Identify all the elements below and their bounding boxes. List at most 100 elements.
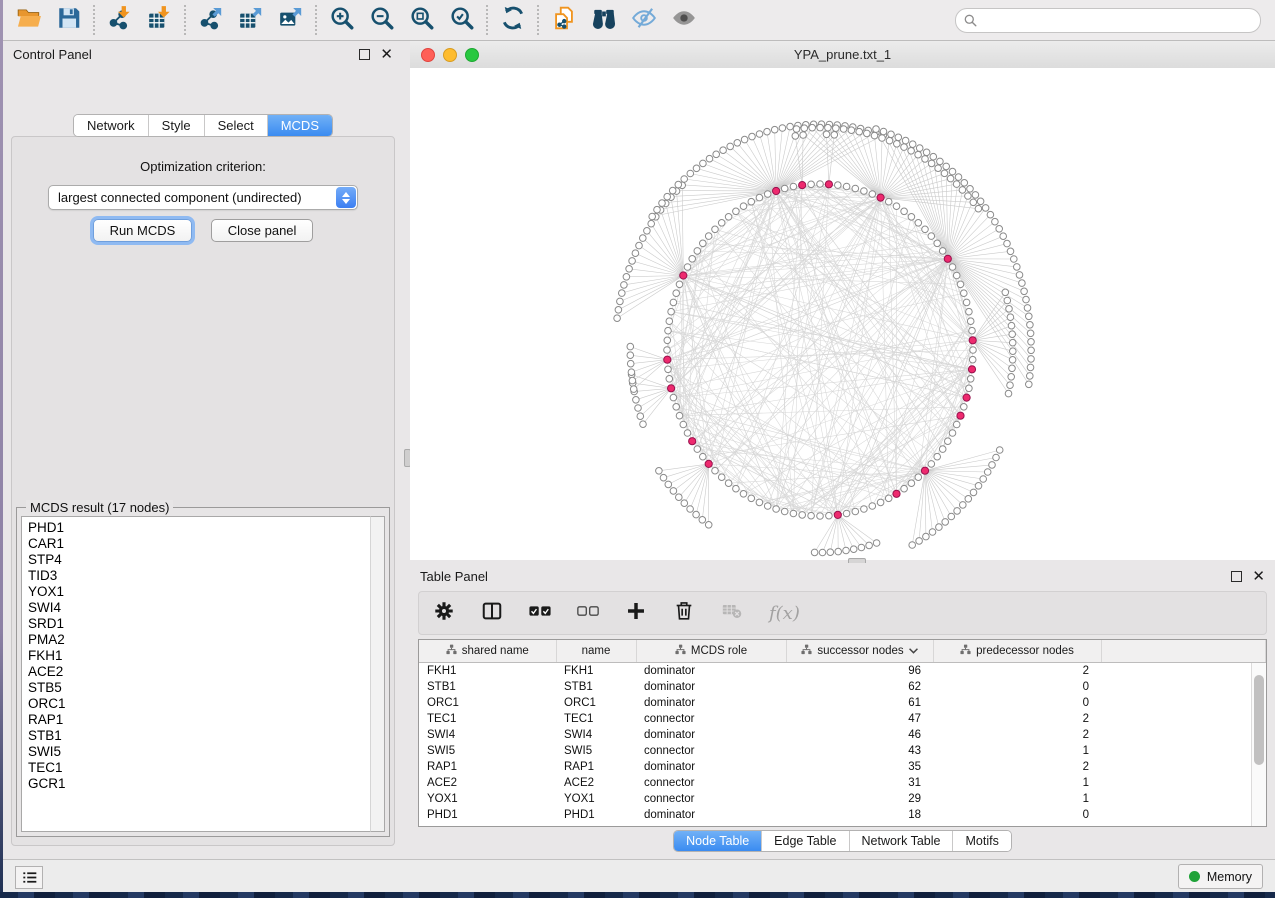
graph-node[interactable] (969, 356, 976, 363)
graph-node[interactable] (664, 337, 671, 344)
graph-satellite-node[interactable] (664, 193, 671, 200)
graph-node[interactable] (799, 512, 806, 519)
graph-satellite-node[interactable] (1010, 348, 1017, 355)
graph-hub-node[interactable] (668, 385, 675, 392)
graph-satellite-node[interactable] (693, 511, 700, 518)
graph-node[interactable] (945, 438, 952, 445)
graph-satellite-node[interactable] (817, 124, 824, 131)
graph-node[interactable] (764, 191, 771, 198)
graph-node[interactable] (712, 226, 719, 233)
graph-satellite-node[interactable] (764, 128, 771, 135)
graph-satellite-node[interactable] (987, 211, 994, 218)
graph-node[interactable] (676, 412, 683, 419)
graph-satellite-node[interactable] (909, 542, 916, 549)
graph-satellite-node[interactable] (734, 140, 741, 147)
graph-node[interactable] (817, 513, 824, 520)
cell-predecessor-nodes[interactable]: 0 (933, 695, 1101, 711)
graph-satellite-node[interactable] (923, 533, 930, 540)
graph-node[interactable] (877, 499, 884, 506)
graph-satellite-node[interactable] (1011, 256, 1018, 263)
graph-node[interactable] (869, 191, 876, 198)
graph-satellite-node[interactable] (848, 127, 855, 134)
tab-network-table[interactable]: Network Table (849, 831, 953, 851)
graph-satellite-node[interactable] (996, 447, 1003, 454)
cell-predecessor-nodes[interactable]: 1 (933, 743, 1101, 759)
graph-satellite-node[interactable] (908, 148, 915, 155)
cell-successor-nodes[interactable]: 29 (786, 791, 933, 807)
graph-node[interactable] (705, 233, 712, 240)
cell-name[interactable]: YOX1 (556, 791, 636, 807)
graph-node[interactable] (901, 208, 908, 215)
graph-node[interactable] (885, 495, 892, 502)
graph-node[interactable] (957, 281, 964, 288)
table-row[interactable]: STB1STB1dominator620 (419, 679, 1266, 695)
graph-satellite-node[interactable] (953, 181, 960, 188)
graph-hub-node[interactable] (969, 337, 976, 344)
graph-satellite-node[interactable] (879, 135, 886, 142)
graph-satellite-node[interactable] (840, 126, 847, 133)
graph-node[interactable] (869, 503, 876, 510)
graph-node[interactable] (861, 188, 868, 195)
cell-shared-name[interactable]: ACE2 (419, 775, 556, 791)
graph-satellite-node[interactable] (627, 352, 634, 359)
graph-satellite-node[interactable] (873, 540, 880, 547)
graph-node[interactable] (934, 453, 941, 460)
graph-satellite-node[interactable] (843, 547, 850, 554)
graph-satellite-node[interactable] (888, 131, 895, 138)
graph-node[interactable] (748, 198, 755, 205)
graph-satellite-node[interactable] (975, 205, 982, 212)
graph-satellite-node[interactable] (996, 226, 1003, 233)
graph-node[interactable] (748, 495, 755, 502)
graph-satellite-node[interactable] (626, 266, 633, 273)
cell-MCDS-role[interactable]: dominator (636, 663, 786, 680)
cell-successor-nodes[interactable]: 18 (786, 807, 933, 823)
search-box[interactable] (955, 8, 1261, 33)
cell-name[interactable]: FKH1 (556, 663, 636, 680)
graph-satellite-node[interactable] (809, 124, 816, 131)
graph-node[interactable] (949, 264, 956, 271)
graph-node[interactable] (908, 214, 915, 221)
refresh-button[interactable] (493, 3, 533, 37)
tab-style[interactable]: Style (148, 115, 204, 136)
zoom-fit-button[interactable] (402, 3, 442, 37)
graph-satellite-node[interactable] (970, 489, 977, 496)
graph-node[interactable] (790, 510, 797, 517)
graph-hub-node[interactable] (963, 394, 970, 401)
graph-satellite-node[interactable] (713, 151, 720, 158)
cell-MCDS-role[interactable]: dominator (636, 759, 786, 775)
close-panel-button[interactable]: Close panel (211, 219, 314, 242)
graph-satellite-node[interactable] (628, 369, 635, 376)
graph-satellite-node[interactable] (1027, 330, 1034, 337)
graph-satellite-node[interactable] (1014, 264, 1021, 271)
graph-node[interactable] (756, 194, 763, 201)
graph-satellite-node[interactable] (648, 220, 655, 227)
graph-node[interactable] (676, 281, 683, 288)
graph-satellite-node[interactable] (960, 502, 967, 509)
cell-predecessor-nodes[interactable]: 2 (933, 663, 1101, 680)
float-table-panel-icon[interactable] (1231, 571, 1242, 582)
graph-node[interactable] (953, 272, 960, 279)
graph-node[interactable] (718, 220, 725, 227)
cell-MCDS-role[interactable]: dominator (636, 695, 786, 711)
graph-satellite-node[interactable] (676, 494, 683, 501)
add-column-button[interactable] (625, 600, 647, 627)
graph-satellite-node[interactable] (949, 168, 956, 175)
graph-satellite-node[interactable] (1007, 382, 1014, 389)
tab-mcds[interactable]: MCDS (267, 115, 332, 136)
mcds-result-item[interactable]: RAP1 (28, 712, 372, 728)
graph-node[interactable] (961, 290, 968, 297)
graph-node[interactable] (843, 183, 850, 190)
mcds-result-item[interactable]: TEC1 (28, 760, 372, 776)
graph-satellite-node[interactable] (629, 258, 636, 265)
graph-satellite-node[interactable] (700, 160, 707, 167)
graph-satellite-node[interactable] (614, 315, 621, 322)
graph-satellite-node[interactable] (864, 130, 871, 137)
export-network-button[interactable] (191, 3, 231, 37)
graph-satellite-node[interactable] (993, 454, 1000, 461)
graph-satellite-node[interactable] (699, 517, 706, 524)
graph-node[interactable] (665, 366, 672, 373)
graph-node[interactable] (966, 308, 973, 315)
graph-node[interactable] (901, 485, 908, 492)
run-mcds-button[interactable]: Run MCDS (93, 219, 193, 242)
graph-satellite-node[interactable] (1028, 339, 1035, 346)
